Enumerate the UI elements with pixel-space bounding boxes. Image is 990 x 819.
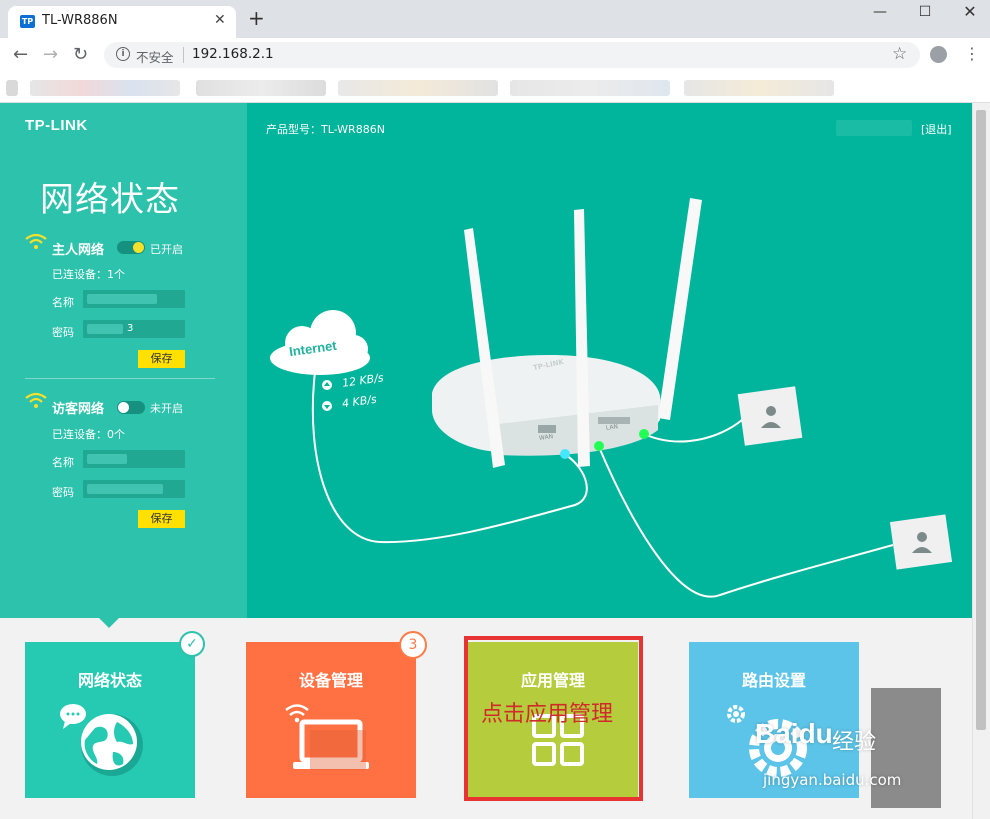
host-password-label: 密码 — [52, 326, 74, 339]
blurred-value — [87, 294, 157, 304]
baidu-logo: Baidu — [755, 718, 833, 749]
close-tab-icon[interactable]: ✕ — [214, 12, 226, 28]
blurred-value — [87, 484, 163, 494]
guest-save-button[interactable]: 保存 — [138, 510, 185, 528]
blurred-value — [87, 454, 127, 464]
url-text[interactable]: 192.168.2.1 — [192, 46, 274, 62]
blurred-region — [871, 688, 941, 808]
bookmark-item[interactable] — [6, 80, 18, 96]
guest-password-input[interactable] — [83, 480, 185, 498]
watermark-label: 经验 — [832, 730, 877, 755]
guest-network-title: 访客网络 — [52, 402, 105, 417]
click-instruction-annotation: 点击应用管理 — [481, 702, 614, 727]
window-close-icon[interactable]: ✕ — [955, 2, 985, 22]
wifi-icon — [25, 233, 47, 249]
guest-connected-count: 已连设备：0个 — [52, 428, 125, 441]
active-card-indicator — [99, 618, 119, 628]
bookmark-item[interactable] — [338, 80, 498, 96]
host-toggle-state: 已开启 — [150, 243, 183, 256]
forward-arrow-icon[interactable]: → — [43, 45, 58, 65]
security-label: 不安全 — [136, 50, 174, 65]
lan-port-light-1 — [594, 441, 604, 451]
panel-title: 网络状态 — [40, 180, 180, 220]
new-tab-button[interactable]: + — [248, 8, 265, 28]
profile-avatar-icon[interactable] — [930, 46, 947, 63]
bookmark-item[interactable] — [196, 80, 326, 96]
wifi-icon — [25, 392, 47, 408]
host-network-toggle[interactable] — [117, 241, 145, 254]
selected-check-icon: ✓ — [179, 631, 205, 657]
host-network-title: 主人网络 — [52, 243, 105, 258]
bookmark-star-icon[interactable]: ☆ — [892, 44, 907, 64]
browser-tab[interactable]: TP TL-WR886N ✕ — [8, 6, 236, 38]
card-label: 路由设置 — [741, 671, 806, 690]
device-count-badge: 3 — [399, 631, 427, 659]
host-name-input[interactable] — [83, 290, 185, 308]
host-save-button[interactable]: 保存 — [138, 350, 185, 368]
host-connected-count: 已连设备：1个 — [52, 268, 125, 281]
toggle-knob — [118, 402, 129, 413]
download-arrow-icon — [322, 401, 332, 411]
toggle-knob — [133, 242, 144, 253]
host-name-label: 名称 — [52, 296, 74, 309]
tp-link-logo: TP-LINK — [25, 117, 88, 134]
menu-kebab-icon[interactable]: ⋮ — [964, 44, 980, 63]
host-password-input[interactable]: 3 — [83, 320, 185, 338]
guest-name-label: 名称 — [52, 456, 74, 469]
lan-port-light-2 — [639, 429, 649, 439]
network-topology — [270, 198, 953, 598]
back-arrow-icon[interactable]: ← — [13, 45, 28, 65]
client-device-icon — [889, 514, 953, 570]
globe-chat-icon — [60, 704, 143, 776]
bookmark-item[interactable] — [684, 80, 834, 96]
bookmark-item[interactable] — [30, 80, 180, 96]
router-icon — [432, 198, 702, 468]
reload-icon[interactable]: ↻ — [73, 45, 88, 65]
guest-password-label: 密码 — [52, 486, 74, 499]
maximize-icon[interactable]: ☐ — [910, 4, 940, 24]
watermark-url: jingyan.baidu.com — [763, 771, 902, 789]
info-icon[interactable]: i — [116, 47, 130, 61]
password-tail: 3 — [127, 323, 134, 334]
laptop-wifi-icon — [285, 704, 369, 770]
panel-divider — [25, 378, 215, 379]
blurred-value — [87, 324, 123, 334]
tp-link-favicon-icon: TP — [20, 15, 35, 28]
tab-title: TL-WR886N — [42, 13, 118, 28]
scrollbar-thumb[interactable] — [976, 110, 986, 730]
minimize-icon[interactable]: — — [865, 4, 895, 24]
card-label: 设备管理 — [298, 671, 363, 690]
wan-port-light — [560, 449, 570, 459]
guest-toggle-state: 未开启 — [150, 402, 183, 415]
upload-arrow-icon — [322, 380, 332, 390]
card-label: 网络状态 — [77, 671, 142, 690]
guest-name-input[interactable] — [83, 450, 185, 468]
bookmark-item[interactable] — [510, 80, 670, 96]
address-divider — [183, 47, 184, 63]
guest-network-toggle[interactable] — [117, 401, 145, 414]
client-device-icon — [737, 386, 803, 446]
